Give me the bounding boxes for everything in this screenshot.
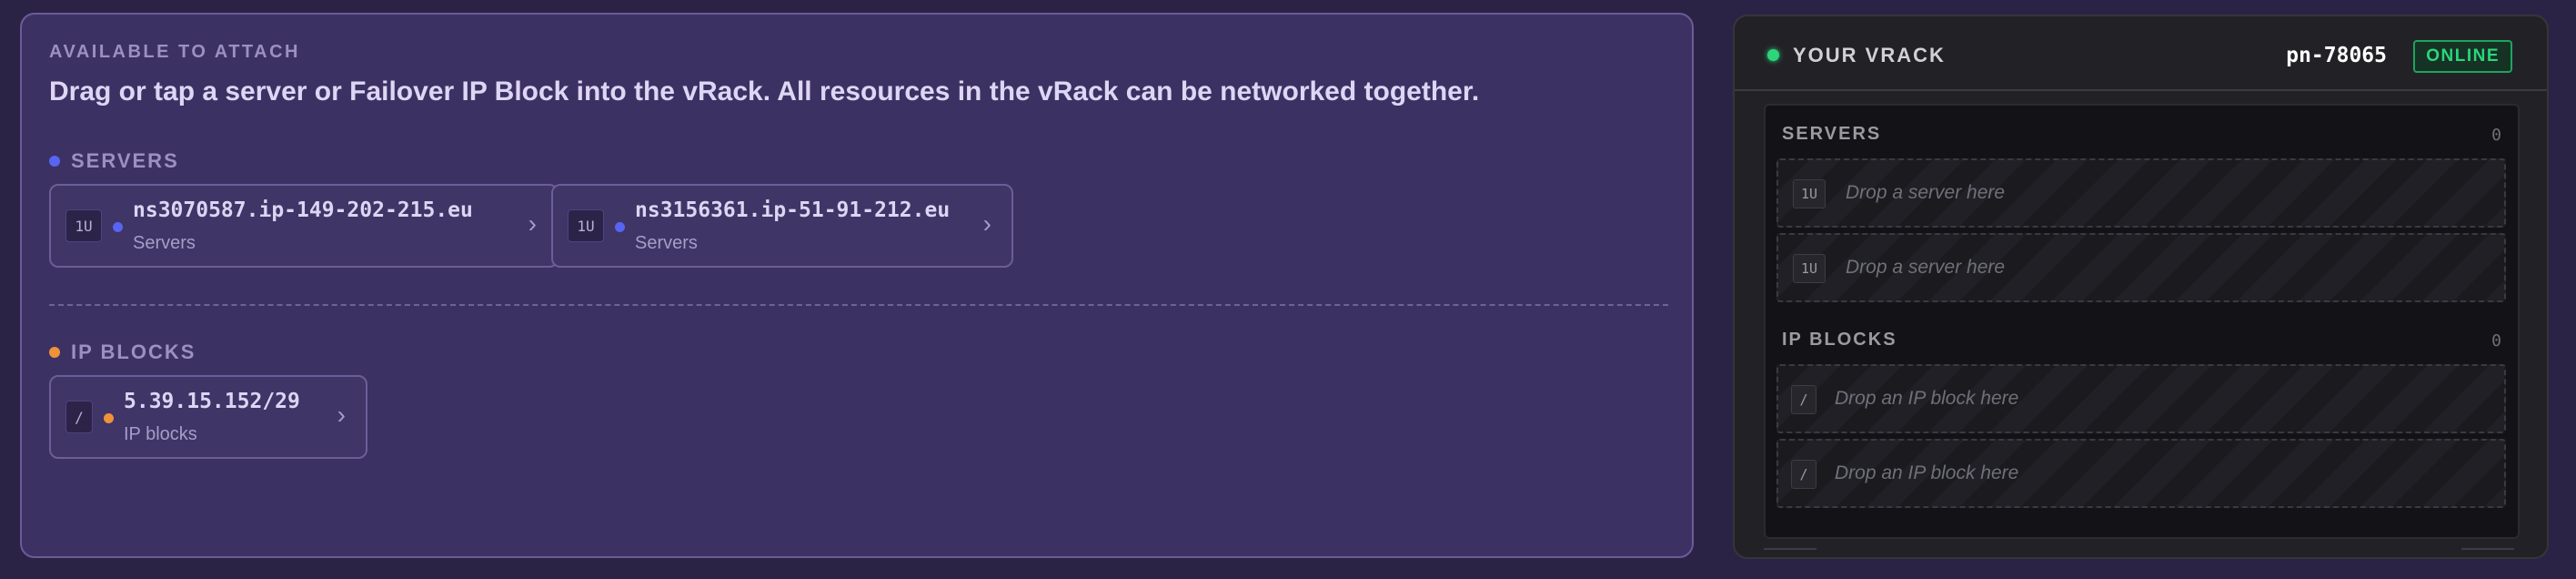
server-card[interactable]: 1U ns3070587.ip-149-202-215.eu Servers › <box>49 184 558 268</box>
available-headline: Drag or tap a server or Failover IP Bloc… <box>49 76 1480 107</box>
vrack-servers-label: SERVERS <box>1782 124 1882 144</box>
vrack-panel: YOUR VRACK pn-78065 ONLINE SERVERS 0 1U … <box>1733 15 2549 559</box>
rail-right <box>2461 548 2514 550</box>
vrack-ipblocks-label: IP BLOCKS <box>1782 330 1897 350</box>
ipblock-dot-icon <box>104 413 114 423</box>
server-type: Servers <box>133 233 196 253</box>
slot-placeholder: Drop an IP block here <box>1835 462 2019 483</box>
server-type: Servers <box>635 233 698 253</box>
server-name: ns3156361.ip-51-91-212.eu <box>635 198 951 222</box>
ipblock-type: IP blocks <box>124 424 197 444</box>
ipblocks-dot-icon <box>49 347 60 358</box>
chevron-right-icon: › <box>528 209 537 238</box>
server-badge: 1U <box>568 209 604 242</box>
slot-placeholder: Drop a server here <box>1846 257 2006 278</box>
status-badge: ONLINE <box>2413 40 2512 73</box>
ipblock-card[interactable]: / 5.39.15.152/29 IP blocks › <box>49 375 367 459</box>
server-dot-icon <box>113 222 123 232</box>
vrack-servers-count: 0 <box>2491 126 2501 145</box>
vrack-id: pn-78065 <box>2286 44 2387 67</box>
slot-placeholder: Drop an IP block here <box>1835 388 2019 409</box>
slot-badge: / <box>1791 385 1816 414</box>
ipblocks-section-header: IP BLOCKS <box>49 340 196 364</box>
slot-badge: / <box>1791 460 1816 489</box>
vrack-ipblocks-count: 0 <box>2491 331 2501 350</box>
vrack-footer-rail <box>1764 548 2514 550</box>
ipblock-drop-slot[interactable]: / Drop an IP block here <box>1776 364 2506 433</box>
vrack-dropzone: SERVERS 0 1U Drop a server here 1U Drop … <box>1764 104 2520 539</box>
vrack-header: YOUR VRACK pn-78065 ONLINE <box>1735 16 2547 91</box>
ipblocks-section-label: IP BLOCKS <box>71 340 196 363</box>
ipblock-drop-slot[interactable]: / Drop an IP block here <box>1776 439 2506 508</box>
servers-section-label: SERVERS <box>71 149 179 172</box>
status-led-icon <box>1767 49 1779 61</box>
slot-badge: 1U <box>1793 179 1826 208</box>
available-to-attach-panel: AVAILABLE TO ATTACH Drag or tap a server… <box>20 13 1694 558</box>
server-badge: 1U <box>65 209 102 242</box>
slot-placeholder: Drop a server here <box>1846 182 2006 203</box>
server-drop-slot[interactable]: 1U Drop a server here <box>1776 233 2506 302</box>
slot-badge: 1U <box>1793 254 1826 283</box>
server-dot-icon <box>615 222 625 232</box>
server-name: ns3070587.ip-149-202-215.eu <box>133 198 473 222</box>
chevron-right-icon: › <box>337 401 346 429</box>
available-kicker: AVAILABLE TO ATTACH <box>49 42 300 62</box>
rail-left <box>1764 548 1816 550</box>
ipblock-badge: / <box>65 401 93 433</box>
server-drop-slot[interactable]: 1U Drop a server here <box>1776 158 2506 228</box>
server-card[interactable]: 1U ns3156361.ip-51-91-212.eu Servers › <box>551 184 1013 268</box>
chevron-right-icon: › <box>982 209 991 238</box>
vrack-title: YOUR VRACK <box>1793 44 1946 66</box>
servers-section-header: SERVERS <box>49 149 179 173</box>
servers-dot-icon <box>49 156 60 167</box>
section-divider <box>49 304 1668 306</box>
ipblock-name: 5.39.15.152/29 <box>124 390 300 413</box>
